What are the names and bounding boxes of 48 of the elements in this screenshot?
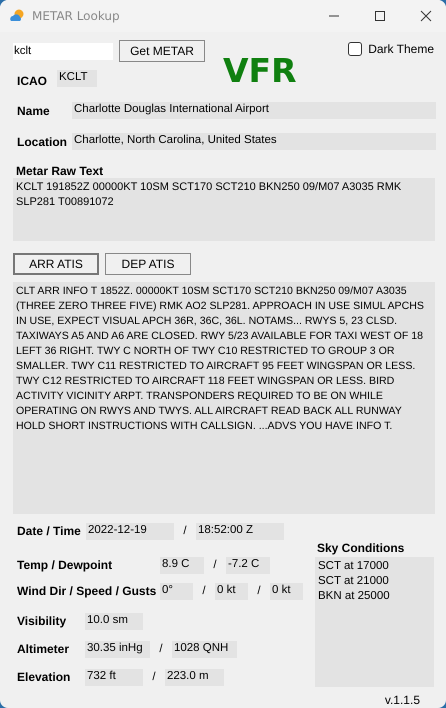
field-value: 2022-12-19: [86, 522, 174, 540]
field-label: ICAO: [17, 74, 48, 88]
field-value: Charlotte Douglas International Airport: [72, 102, 436, 119]
field-value: 18:52:00 Z: [196, 522, 284, 540]
field-label: Date / Time: [17, 524, 82, 538]
icao-value: KCLT: [57, 70, 97, 86]
sky-layer: BKN at 25000: [318, 589, 391, 604]
search-field[interactable]: kclt: [13, 42, 113, 60]
get-metar-button[interactable]: Get METAR: [119, 40, 205, 62]
field-value: Charlotte, North Carolina, United States: [72, 133, 436, 150]
dark-theme-checkbox[interactable]: Dark Theme: [348, 42, 434, 56]
field-value: 0 kt: [270, 582, 303, 600]
version-label: v.1.1.5: [384, 693, 420, 707]
field-value: 0 kt: [215, 582, 248, 600]
atis-button[interactable]: ARR ATIS: [13, 253, 99, 275]
window-title: METAR Lookup: [32, 9, 120, 23]
separator-slash: /: [151, 671, 157, 683]
separator-slash: /: [182, 525, 188, 537]
sky-layer: SCT at 17000: [318, 559, 390, 574]
section-label: Sky Conditions: [316, 541, 404, 555]
metar-text: KCLT 191852Z 00000KT 10SM SCT170 SCT210 BKN250 09/M07 A3035 RMK SLP281 T00891072: [13, 178, 435, 241]
field-label: Altimeter: [17, 642, 70, 656]
field-value: 8.9 C: [160, 556, 204, 574]
field-value: 30.35 inHg: [85, 640, 150, 658]
separator-slash: /: [212, 559, 218, 571]
field-label: Location: [17, 134, 68, 148]
cloud-sun-icon: [9, 8, 25, 24]
sky-layer: SCT at 21000: [318, 574, 390, 589]
field-label: Name: [17, 104, 51, 118]
field-label: Wind Dir / Speed / Gusts: [17, 584, 158, 598]
field-label: Visibility: [17, 614, 68, 628]
maximize-icon[interactable]: [374, 10, 386, 22]
field-value: 223.0 m: [165, 668, 224, 686]
field-label: Temp / Dewpoint: [17, 558, 114, 572]
field-value: 732 ft: [85, 668, 143, 686]
separator-slash: /: [158, 643, 164, 655]
atis-text: CLT ARR INFO T 1852Z. 00000KT 10SM SCT170 SCT210 BKN250 09/M07 A3035 (THREE ZERO THREE FIVE) RMK AO2 SLP281. APPROACH IN USE SIMUL APCHS IN USE, EXPECT VISUAL APCH 36R, 36C, 36L. NOTAMS... RWYS 5, 23 CLSD. TAXIWAYS A5 AND A6 ARE CLOSED. RWY 5/23 AVAILABLE FOR TAXI WEST OF 18 LEFT 36 RIGHT. TWY C NORTH OF TWY C10 RESTRICTED TO GROUP 3 OR SMALLER. TWY C11 RESTRICTED TO AIRCRAFT 95 FEET WINGSPAN OR LESS. TWY C12 RESTRICTED TO AIRCRAFT 118 FEET WINGSPAN OR LESS. BIRD ACTIVITY VICINITY ARPT. TRANSPONDERS REQUIRED TO BE ON WHILE OPERATING ON RWYS AND TWYS. ALL AIRCRAFT READ BACK ALL RUNWAY HOLD SHORT INSTRUCTIONS WITH CALLSIGN. ...ADVS YOU HAVE INFO T.: [13, 282, 435, 514]
field-value: -7.2 C: [226, 556, 270, 574]
field-value: 0°: [160, 582, 193, 600]
field-value: 10.0 sm: [85, 612, 143, 630]
section-label: Metar Raw Text: [15, 164, 104, 178]
separator-slash: /: [256, 585, 262, 597]
field-value: 1028 QNH: [172, 640, 237, 658]
separator-slash: /: [201, 585, 207, 597]
close-icon[interactable]: [420, 10, 432, 22]
flight-category: VFR: [223, 54, 296, 87]
atis-button[interactable]: DEP ATIS: [105, 253, 191, 275]
field-label: Elevation: [17, 670, 72, 684]
